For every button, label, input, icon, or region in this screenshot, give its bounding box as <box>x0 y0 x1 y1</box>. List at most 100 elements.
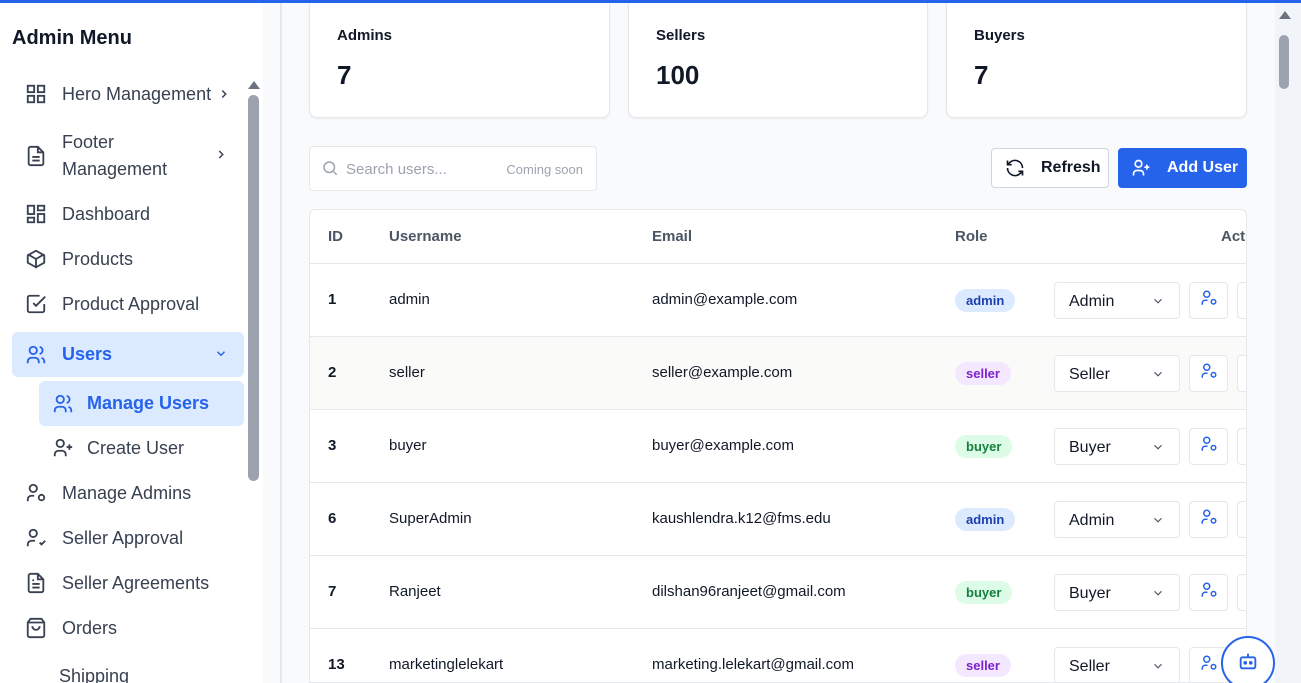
add-user-button[interactable]: Add User <box>1118 148 1247 188</box>
sidebar-scroll-thumb[interactable] <box>248 95 259 481</box>
user-check-icon <box>24 526 48 550</box>
cell-username: marketinglelekart <box>389 656 504 673</box>
table-row: 6 SuperAdmin kaushlendra.k12@fms.edu adm… <box>310 483 1246 556</box>
sidebar-item-seller-approval[interactable]: Seller Approval <box>12 517 244 559</box>
row-action-button[interactable] <box>1237 574 1246 611</box>
user-cog-icon <box>1200 581 1218 604</box>
column-header-username[interactable]: Username <box>389 228 462 245</box>
table-row: 7 Ranjeet dilshan96ranjeet@gmail.com buy… <box>310 556 1246 629</box>
sidebar-item-label: Hero Management <box>62 83 212 104</box>
sidebar-item-hero-management[interactable]: Hero Management <box>12 73 244 115</box>
user-plus-icon <box>1131 158 1151 178</box>
manage-user-button[interactable] <box>1189 428 1228 465</box>
row-action-button[interactable] <box>1237 501 1246 538</box>
sidebar-item-products[interactable]: Products <box>12 238 244 280</box>
role-select[interactable]: Admin <box>1054 282 1180 319</box>
cell-email: kaushlendra.k12@fms.edu <box>652 510 831 527</box>
sidebar-item-label: Footer <box>62 132 115 152</box>
cell-id: 7 <box>328 583 337 600</box>
user-cog-icon <box>1200 435 1218 458</box>
scroll-up-arrow-icon[interactable] <box>1279 11 1291 19</box>
sidebar-item-shipping[interactable]: Shipping <box>12 661 244 683</box>
column-header-id[interactable]: ID <box>328 228 343 245</box>
role-badge: admin <box>955 508 1016 531</box>
sidebar-item-label: Seller Approval <box>62 527 184 548</box>
sidebar-item-label: Users <box>62 344 113 364</box>
search-placeholder: Search users... <box>346 161 447 178</box>
sidebar-item-seller-agreements[interactable]: Seller Agreements <box>12 562 244 604</box>
stat-label: Admins <box>337 27 393 44</box>
role-select-value: Admin <box>1069 293 1115 310</box>
search-input[interactable]: Search users... Coming soon <box>309 146 597 191</box>
sidebar-item-product-approval[interactable]: Product Approval <box>12 283 244 325</box>
chevron-down-icon <box>214 344 228 365</box>
chevron-down-icon <box>1151 659 1165 678</box>
sidebar-item-label: Manage Admins <box>62 482 192 503</box>
column-header-actions: Act <box>1221 228 1246 245</box>
chevron-down-icon <box>1151 586 1165 605</box>
sidebar-item-users[interactable]: Users <box>12 332 244 377</box>
sidebar-item-label: Seller Agreements <box>62 572 210 593</box>
column-header-role[interactable]: Role <box>955 228 988 245</box>
role-select[interactable]: Admin <box>1054 501 1180 538</box>
table-row: 1 admin admin@example.com admin Admin <box>310 264 1246 337</box>
role-badge: buyer <box>955 435 1013 458</box>
sidebar-item-label: Orders <box>62 617 118 638</box>
sidebar-subitem-create-user[interactable]: Create User <box>39 427 244 469</box>
users-icon <box>51 392 75 416</box>
sidebar-subitem-manage-users[interactable]: Manage Users <box>39 381 244 426</box>
shopping-bag-icon <box>24 616 48 640</box>
sidebar-item-footer-management[interactable]: Footer Management <box>12 127 244 185</box>
refresh-button[interactable]: Refresh <box>991 148 1109 188</box>
shipping-icon <box>24 664 48 683</box>
bot-icon <box>1237 650 1259 677</box>
role-badge: seller <box>955 654 1011 677</box>
grid-icon <box>24 82 48 106</box>
role-badge: seller <box>955 362 1011 385</box>
role-select[interactable]: Seller <box>1054 355 1180 392</box>
cell-email: dilshan96ranjeet@gmail.com <box>652 583 846 600</box>
user-cog-icon <box>1200 654 1218 677</box>
stat-label: Sellers <box>656 27 706 44</box>
sidebar-item-dashboard[interactable]: Dashboard <box>12 193 244 235</box>
dashboard-icon <box>24 202 48 226</box>
sidebar-item-orders[interactable]: Orders <box>12 607 244 649</box>
row-action-button[interactable] <box>1237 428 1246 465</box>
sidebar-item-manage-admins[interactable]: Manage Admins <box>12 472 244 514</box>
sidebar-item-label: Shipping <box>59 665 130 683</box>
user-cog-icon <box>24 481 48 505</box>
user-plus-icon <box>51 436 75 460</box>
role-select[interactable]: Seller <box>1054 647 1180 682</box>
main-divider <box>280 3 282 683</box>
manage-user-button[interactable] <box>1189 501 1228 538</box>
cell-id: 6 <box>328 510 337 527</box>
cell-username: seller <box>389 364 425 381</box>
scroll-up-arrow-icon[interactable] <box>248 81 260 89</box>
row-action-button[interactable] <box>1237 355 1246 392</box>
column-header-email[interactable]: Email <box>652 228 692 245</box>
stat-value: 100 <box>656 60 700 90</box>
add-user-label: Add User <box>1167 159 1239 176</box>
cell-username: Ranjeet <box>389 583 441 600</box>
role-select[interactable]: Buyer <box>1054 574 1180 611</box>
user-cog-icon <box>1200 289 1218 312</box>
chat-assistant-button[interactable] <box>1221 636 1275 683</box>
chevron-down-icon <box>1151 367 1165 386</box>
page-scroll-thumb[interactable] <box>1279 35 1289 89</box>
row-action-button[interactable] <box>1237 282 1246 319</box>
cell-id: 3 <box>328 437 337 454</box>
stat-card-admins: Admins 7 <box>309 3 610 118</box>
page-scrollbar[interactable] <box>1275 3 1301 683</box>
role-select[interactable]: Buyer <box>1054 428 1180 465</box>
users-icon <box>24 343 48 367</box>
cell-id: 2 <box>328 364 337 381</box>
stat-card-buyers: Buyers 7 <box>946 3 1247 118</box>
role-select-value: Admin <box>1069 512 1115 529</box>
chevron-down-icon <box>1151 294 1165 313</box>
manage-user-button[interactable] <box>1189 282 1228 319</box>
manage-user-button[interactable] <box>1189 574 1228 611</box>
user-cog-icon <box>1200 362 1218 385</box>
sidebar-scrollbar[interactable] <box>248 81 260 681</box>
manage-user-button[interactable] <box>1189 355 1228 392</box>
user-cog-icon <box>1200 508 1218 531</box>
